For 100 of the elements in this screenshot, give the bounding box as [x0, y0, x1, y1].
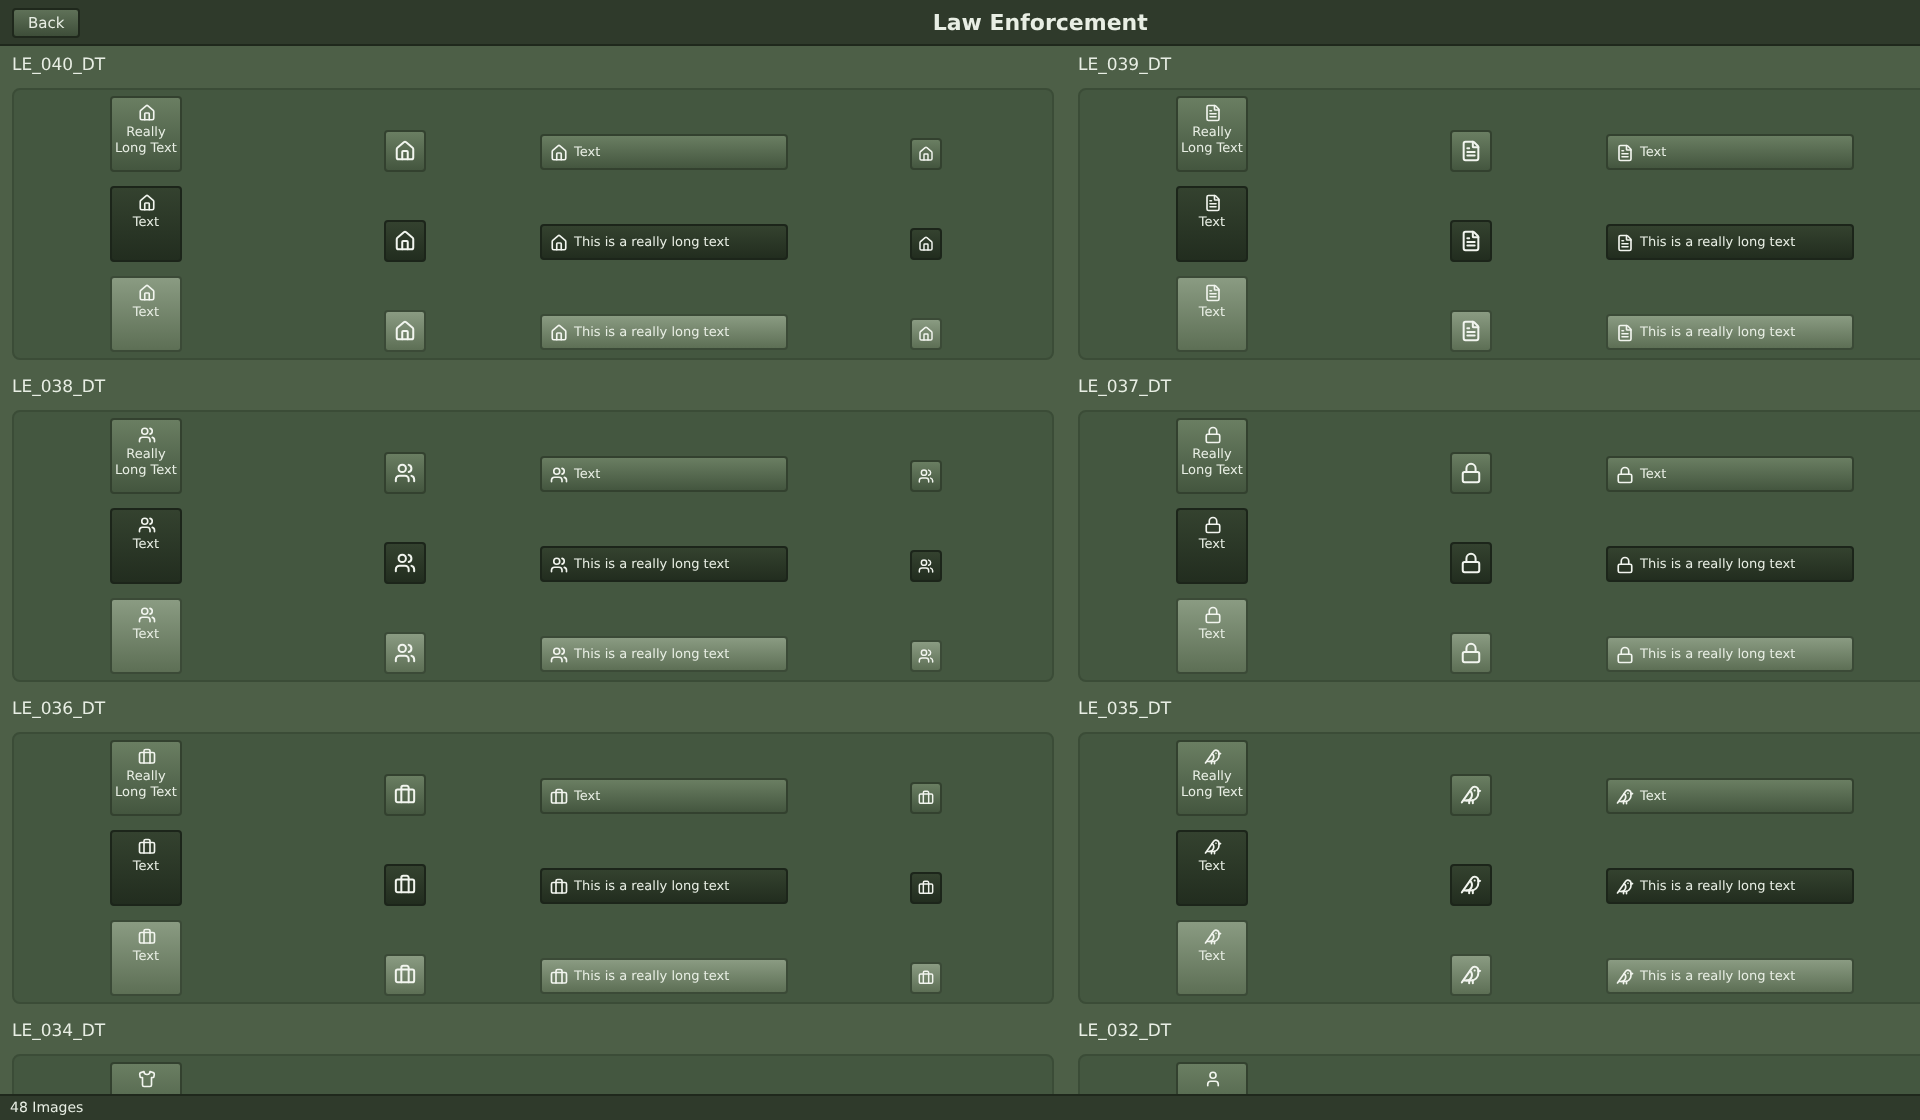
- section-title: LE_037_DT: [1078, 376, 1172, 402]
- briefcase-icon: [550, 967, 568, 985]
- section-title: LE_035_DT: [1078, 698, 1172, 724]
- padlock-icon: [1203, 606, 1221, 624]
- briefcase-icon: [137, 748, 155, 766]
- small-icon-button[interactable]: [910, 872, 942, 904]
- icon-button[interactable]: [384, 954, 426, 996]
- document-icon: [1203, 194, 1221, 212]
- people-icon: [918, 558, 934, 574]
- briefcase-icon: [394, 964, 416, 986]
- small-icon-button[interactable]: [910, 318, 942, 350]
- briefcase-icon: [918, 790, 934, 806]
- people-icon: [918, 468, 934, 484]
- people-icon: [394, 462, 416, 484]
- icon-button[interactable]: [384, 864, 426, 906]
- small-icon-button[interactable]: [910, 138, 942, 170]
- briefcase-icon: [550, 877, 568, 895]
- document-icon: [1616, 323, 1634, 341]
- padlock-icon: [1203, 516, 1221, 534]
- house-icon: [394, 230, 416, 252]
- small-icon-button[interactable]: [910, 460, 942, 492]
- icon-button[interactable]: [1450, 130, 1492, 172]
- people-icon: [550, 555, 568, 573]
- bird-icon: [1460, 784, 1482, 806]
- people-icon: [394, 552, 416, 574]
- icon-button[interactable]: [384, 130, 426, 172]
- document-icon: [1460, 320, 1482, 342]
- people-icon: [137, 516, 155, 534]
- bird-icon: [1616, 877, 1634, 895]
- bird-icon: [1203, 838, 1221, 856]
- document-icon: [1616, 143, 1634, 161]
- padlock-icon: [1616, 645, 1634, 663]
- briefcase-icon: [918, 970, 934, 986]
- icon-button[interactable]: [1450, 220, 1492, 262]
- briefcase-icon: [137, 928, 155, 946]
- house-icon: [394, 320, 416, 342]
- document-icon: [1460, 230, 1482, 252]
- document-icon: [1616, 233, 1634, 251]
- bird-icon: [1203, 928, 1221, 946]
- house-icon: [394, 140, 416, 162]
- briefcase-icon: [918, 880, 934, 896]
- section-title: LE_034_DT: [12, 1020, 106, 1046]
- icon-button[interactable]: [1450, 452, 1492, 494]
- small-icon-button[interactable]: [910, 550, 942, 582]
- bird-icon: [1616, 787, 1634, 805]
- padlock-icon: [1460, 462, 1482, 484]
- people-icon: [550, 465, 568, 483]
- document-icon: [1203, 104, 1221, 122]
- small-icon-button[interactable]: [910, 640, 942, 672]
- icon-button[interactable]: [1450, 632, 1492, 674]
- document-icon: [1460, 140, 1482, 162]
- bird-icon: [1460, 874, 1482, 896]
- icon-button[interactable]: [384, 774, 426, 816]
- icon-button[interactable]: [384, 220, 426, 262]
- padlock-icon: [1460, 552, 1482, 574]
- house-icon: [137, 104, 155, 122]
- people-icon: [918, 648, 934, 664]
- icon-button[interactable]: [384, 632, 426, 674]
- document-icon: [1203, 284, 1221, 302]
- bird-icon: [1616, 967, 1634, 985]
- house-icon: [918, 326, 934, 342]
- icon-button[interactable]: [1450, 542, 1492, 584]
- briefcase-icon: [137, 838, 155, 856]
- icon-button[interactable]: [384, 310, 426, 352]
- icon-button[interactable]: [1450, 774, 1492, 816]
- icon-button[interactable]: [1450, 864, 1492, 906]
- padlock-icon: [1616, 465, 1634, 483]
- small-icon-button[interactable]: [910, 782, 942, 814]
- people-icon: [137, 426, 155, 444]
- people-icon: [137, 606, 155, 624]
- house-icon: [137, 284, 155, 302]
- house-icon: [550, 143, 568, 161]
- house-icon: [918, 146, 934, 162]
- padlock-icon: [1203, 426, 1221, 444]
- padlock-icon: [1460, 642, 1482, 664]
- icon-button[interactable]: [1450, 310, 1492, 352]
- section-title: LE_032_DT: [1078, 1020, 1172, 1046]
- person-icon: [1203, 1070, 1221, 1088]
- section-title: LE_039_DT: [1078, 54, 1172, 80]
- page-title: Law Enforcement: [930, 9, 1150, 35]
- bird-icon: [1460, 964, 1482, 986]
- icon-button[interactable]: [384, 542, 426, 584]
- house-icon: [137, 194, 155, 212]
- bird-icon: [1203, 748, 1221, 766]
- house-icon: [550, 323, 568, 341]
- small-icon-button[interactable]: [910, 962, 942, 994]
- people-icon: [550, 645, 568, 663]
- briefcase-icon: [394, 784, 416, 806]
- section-title: LE_040_DT: [12, 54, 106, 80]
- people-icon: [394, 642, 416, 664]
- briefcase-icon: [550, 787, 568, 805]
- section-title: LE_036_DT: [12, 698, 106, 724]
- icon-button[interactable]: [1450, 954, 1492, 996]
- padlock-icon: [1616, 555, 1634, 573]
- icon-button[interactable]: [384, 452, 426, 494]
- briefcase-icon: [394, 874, 416, 896]
- shirt-icon: [137, 1070, 155, 1088]
- small-icon-button[interactable]: [910, 228, 942, 260]
- section-title: LE_038_DT: [12, 376, 106, 402]
- house-icon: [550, 233, 568, 251]
